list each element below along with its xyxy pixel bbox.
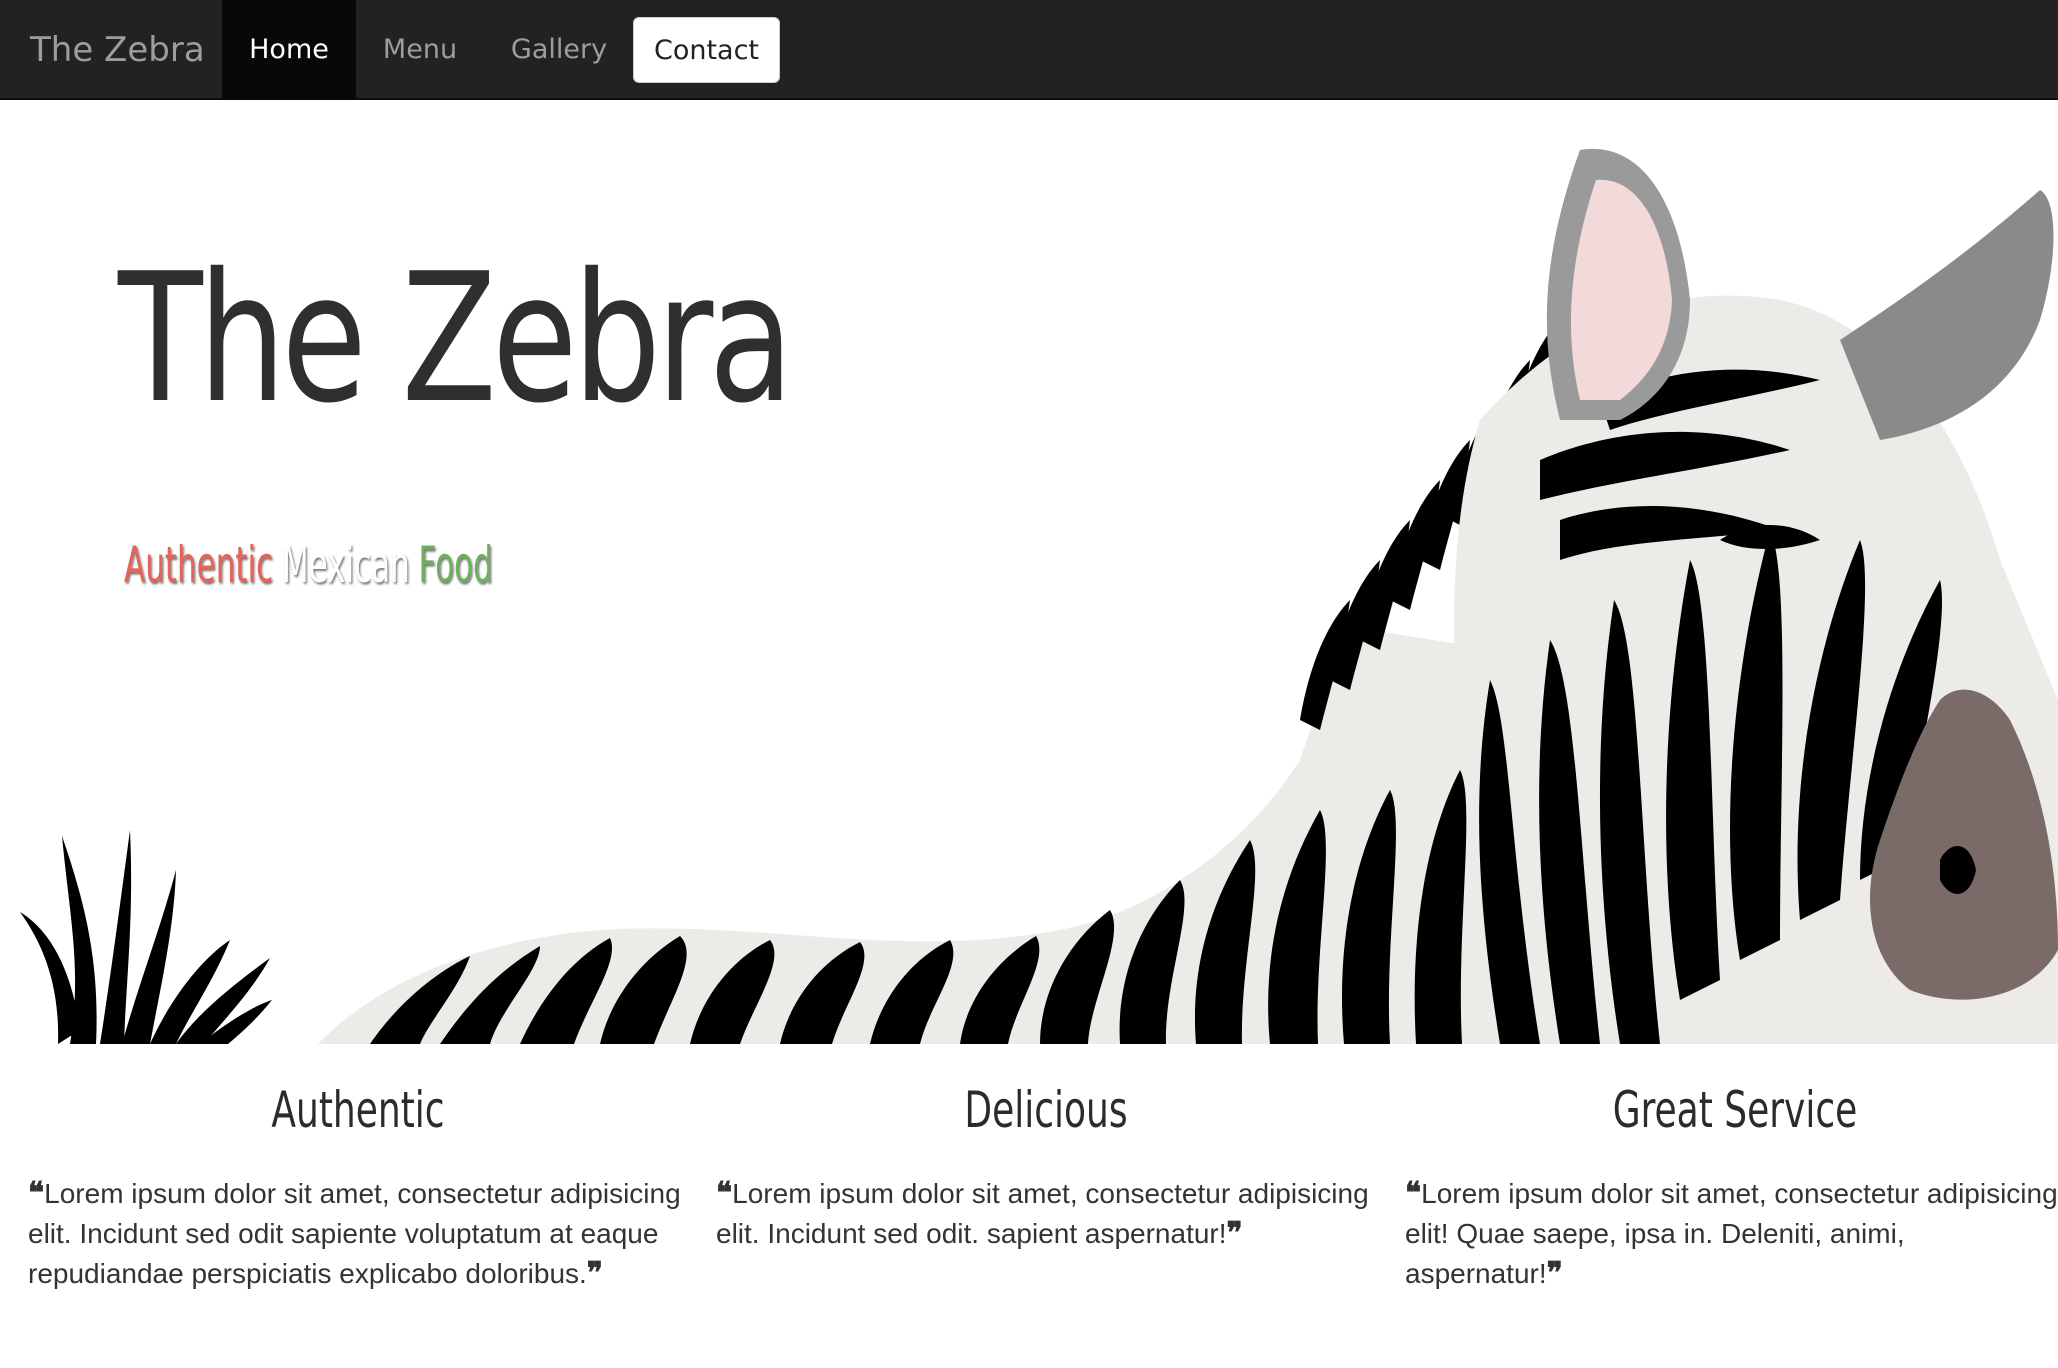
feature-authentic: Authentic ❝Lorem ipsum dolor sit amet, c… [28,1060,688,1294]
quote-open-icon: ❝ [1405,1176,1422,1211]
quote-close-icon: ❞ [1226,1216,1243,1251]
navbar-brand[interactable]: The Zebra [30,0,205,100]
feature-text-body: Lorem ipsum dolor sit amet, consectetur … [28,1178,681,1289]
feature-text: ❝Lorem ipsum dolor sit amet, consectetur… [28,1174,688,1294]
feature-text: ❝Lorem ipsum dolor sit amet, consectetur… [716,1174,1376,1254]
quote-close-icon: ❞ [1546,1256,1563,1291]
nav-contact-button[interactable]: Contact [633,17,780,83]
nav-gallery-link[interactable]: Gallery [500,0,618,100]
nav-home-link[interactable]: Home [222,0,356,100]
feature-heading: Authentic [271,1081,445,1139]
top-navbar: The Zebra Home Menu Gallery Contact [0,0,2058,100]
hero-subtitle: Authentic Mexican Food [124,540,501,590]
subtitle-word-mexican: Mexican [281,536,410,594]
features-section: Authentic ❝Lorem ipsum dolor sit amet, c… [0,1060,2058,1368]
quote-open-icon: ❝ [28,1176,45,1211]
subtitle-word-food: Food [418,536,493,594]
feature-great-service: Great Service ❝Lorem ipsum dolor sit ame… [1405,1060,2058,1294]
zebra-ear-right [1840,190,2054,440]
feature-heading: Great Service [1612,1081,1858,1139]
feature-text: ❝Lorem ipsum dolor sit amet, consectetur… [1405,1174,2058,1294]
quote-open-icon: ❝ [716,1176,733,1211]
hero-section: The Zebra Authentic Mexican Food [0,100,2058,1044]
feature-delicious: Delicious ❝Lorem ipsum dolor sit amet, c… [716,1060,1376,1254]
feature-heading: Delicious [964,1081,1128,1139]
feature-text-body: Lorem ipsum dolor sit amet, consectetur … [716,1178,1369,1249]
feature-text-body: Lorem ipsum dolor sit amet, consectetur … [1405,1178,2058,1289]
subtitle-word-authentic: Authentic [124,536,274,594]
quote-close-icon: ❞ [586,1256,603,1291]
hero-title: The Zebra [118,235,794,442]
grass-tuft [20,830,272,1044]
nav-menu-link[interactable]: Menu [370,0,470,100]
